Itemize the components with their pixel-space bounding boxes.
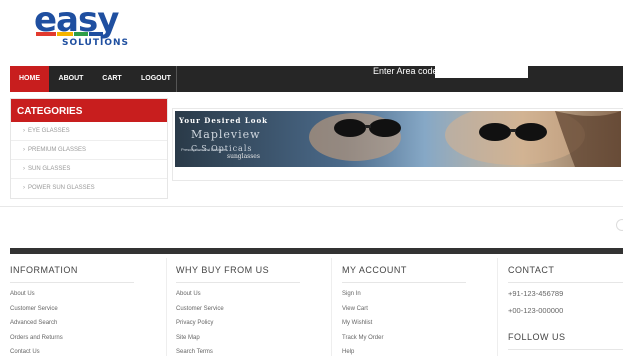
footer-link[interactable]: Orders and Returns	[10, 331, 134, 346]
footer-col-contact: CONTACT +91-123-456789 +00-123-000000 FO…	[508, 258, 623, 356]
footer-link[interactable]: Customer Service	[176, 302, 300, 317]
footer-link[interactable]: My Wishlist	[342, 316, 466, 331]
area-code-label: Enter Area code:	[373, 66, 441, 76]
logo[interactable]: easy SOLUTIONS	[34, 0, 134, 50]
category-label: POWER SUN GLASSES	[28, 185, 95, 191]
chevron-right-icon: ›	[23, 166, 25, 172]
footer-heading: CONTACT	[508, 258, 623, 283]
nav-home[interactable]: HOME	[10, 66, 49, 92]
footer-link[interactable]: View Cart	[342, 302, 466, 317]
banner-subtitle: sunglasses	[227, 153, 260, 160]
category-item[interactable]: › PREMIUM GLASSES	[11, 141, 167, 160]
categories-panel: CATEGORIES › EYE GLASSES › PREMIUM GLASSES…	[10, 98, 168, 199]
category-item[interactable]: › EYE GLASSES	[11, 122, 167, 141]
banner-tagline: Your Desired Look	[179, 116, 268, 125]
category-label: EYE GLASSES	[28, 128, 70, 134]
banner-image[interactable]: Your Desired Look Mapleview C.S.Opticals …	[175, 111, 621, 167]
footer-link[interactable]: Search Terms	[176, 345, 300, 360]
category-label: SUN GLASSES	[28, 166, 71, 172]
nav-cart[interactable]: CART	[96, 66, 128, 92]
footer-link[interactable]: Customer Service	[10, 302, 134, 317]
slider-pager-dot[interactable]	[616, 219, 623, 231]
footer-link[interactable]: About Us	[176, 287, 300, 302]
logo-bar-yellow	[57, 32, 73, 36]
footer-col-my-account: MY ACCOUNT Sign In View Cart My Wishlist…	[342, 258, 466, 356]
footer-separator	[331, 258, 332, 356]
categories-title: CATEGORIES	[11, 99, 167, 122]
footer-separator	[166, 258, 167, 356]
chevron-right-icon: ›	[23, 128, 25, 134]
footer-heading: INFORMATION	[10, 258, 134, 283]
logo-bar-blue	[89, 32, 103, 36]
footer-top-bar	[10, 248, 623, 254]
nav-about[interactable]: ABOUT	[54, 66, 88, 92]
contact-phone: +91-123-456789	[508, 289, 564, 298]
footer-link[interactable]: Sign In	[342, 287, 466, 302]
logo-bar-red	[36, 32, 56, 36]
footer-heading: MY ACCOUNT	[342, 258, 466, 283]
footer-link[interactable]: Site Map	[176, 331, 300, 346]
category-label: PREMIUM GLASSES	[28, 147, 87, 153]
footer-heading: WHY BUY FROM US	[176, 258, 300, 283]
banner-small-text: Prescription and Designer	[181, 147, 228, 152]
contact-phone: +00-123-000000	[508, 306, 564, 315]
nav-logout[interactable]: LOGOUT	[136, 66, 177, 92]
logo-bar-green	[74, 32, 88, 36]
footer-link[interactable]: Advanced Search	[10, 316, 134, 331]
main-navbar: HOME ABOUT CART LOGOUT Enter Area code:	[10, 66, 623, 92]
chevron-right-icon: ›	[23, 147, 25, 153]
chevron-right-icon: ›	[23, 185, 25, 191]
footer-link[interactable]: Help	[342, 345, 466, 360]
footer-link[interactable]: Track My Order	[342, 331, 466, 346]
area-code-input[interactable]	[435, 66, 528, 78]
footer-col-why-buy: WHY BUY FROM US About Us Customer Servic…	[176, 258, 300, 356]
footer-link[interactable]: About Us	[10, 287, 134, 302]
footer-col-information: INFORMATION About Us Customer Service Ad…	[10, 258, 134, 356]
category-item[interactable]: › POWER SUN GLASSES	[11, 179, 167, 197]
footer-link[interactable]: Privacy Policy	[176, 316, 300, 331]
category-item[interactable]: › SUN GLASSES	[11, 160, 167, 179]
divider	[0, 206, 623, 207]
banner-brand-line1: Mapleview	[191, 128, 261, 141]
banner-slider: Your Desired Look Mapleview C.S.Opticals …	[172, 108, 623, 181]
logo-subtitle: SOLUTIONS	[62, 38, 130, 48]
footer-link[interactable]: Contact Us	[10, 345, 134, 360]
footer-heading-follow: FOLLOW US	[508, 325, 623, 350]
footer-separator	[497, 258, 498, 356]
